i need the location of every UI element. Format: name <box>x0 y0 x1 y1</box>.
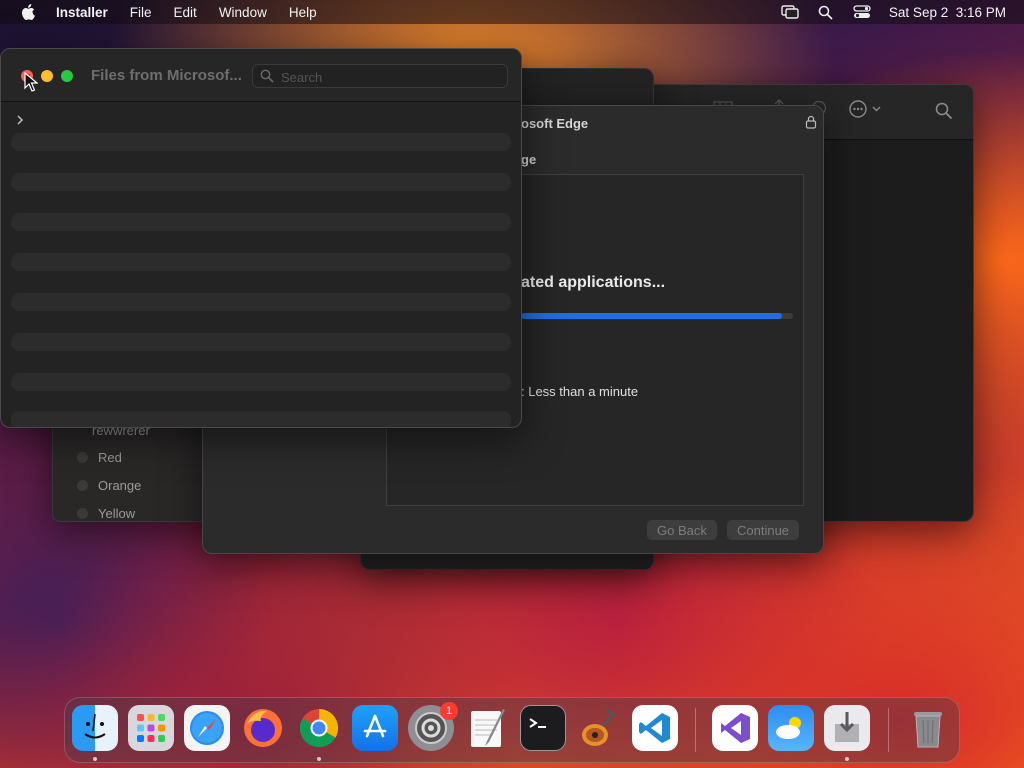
installer-app-icon[interactable] <box>824 705 870 751</box>
running-indicator <box>317 757 321 761</box>
go-back-button[interactable]: Go Back <box>647 520 717 540</box>
menu-file[interactable]: File <box>130 5 152 20</box>
loading-row <box>11 333 511 351</box>
terminal-app-icon[interactable] <box>520 705 566 751</box>
tag-color-dot <box>77 508 88 519</box>
tag-label: Yellow <box>98 506 136 521</box>
continue-button[interactable]: Continue <box>727 520 800 540</box>
menu-help[interactable]: Help <box>289 5 317 20</box>
time-remaining-text: : Less than a minute <box>521 384 639 399</box>
menu-edit[interactable]: Edit <box>174 5 197 20</box>
search-input[interactable] <box>279 65 503 89</box>
minimize-button[interactable] <box>41 70 53 82</box>
search-field[interactable] <box>252 64 508 89</box>
running-indicator <box>845 757 849 761</box>
garageband-app-icon[interactable] <box>576 705 622 751</box>
loading-row <box>11 253 511 271</box>
chrome-app-icon[interactable] <box>296 705 342 751</box>
menu-clock[interactable]: Sat Sep 2 3:16 PM <box>889 5 1006 20</box>
loading-row <box>11 173 511 191</box>
menu-window[interactable]: Window <box>219 5 267 20</box>
loading-row <box>11 133 511 151</box>
install-progress-bar <box>521 313 793 319</box>
tag-label: Orange <box>98 478 142 493</box>
screen-mirroring-icon[interactable] <box>781 3 799 21</box>
tag-label: Red <box>98 450 122 465</box>
menu-bar: Installer File Edit Window Help Sat Sep … <box>0 0 1024 24</box>
tag-color-dot <box>77 480 88 491</box>
loading-row <box>11 293 511 311</box>
dock <box>64 697 960 763</box>
install-status-text: ated applications... <box>521 274 666 291</box>
app-store-app-icon[interactable] <box>352 705 398 751</box>
notification-badge: 1 <box>440 702 458 720</box>
installer-subtitle: ge <box>521 152 537 167</box>
dock-separator <box>888 708 889 752</box>
apple-menu-icon[interactable] <box>18 2 38 22</box>
vscode-app-icon[interactable] <box>632 705 678 751</box>
more-actions-icon[interactable] <box>849 100 885 123</box>
loading-row <box>11 373 511 391</box>
loading-row <box>11 213 511 231</box>
visual-studio-app-icon[interactable] <box>712 705 758 751</box>
tag-item-red[interactable]: Red <box>77 450 122 465</box>
mouse-cursor-icon <box>24 71 39 97</box>
finder-content <box>831 140 973 520</box>
loading-row <box>11 411 511 427</box>
tag-color-dot <box>77 452 88 463</box>
firefox-app-icon[interactable] <box>240 705 286 751</box>
trash-icon[interactable] <box>905 705 951 751</box>
menu-app-name[interactable]: Installer <box>56 5 108 20</box>
window-title: Files from Microsof... <box>91 67 242 84</box>
textedit-app-icon[interactable] <box>464 705 510 751</box>
install-progress-fill <box>521 313 783 319</box>
files-window: Files from Microsof... <box>0 48 522 428</box>
launchpad-app-icon[interactable] <box>128 705 174 751</box>
tag-item-orange[interactable]: Orange <box>77 478 141 493</box>
control-center-icon[interactable] <box>853 3 871 21</box>
files-window-titlebar: Files from Microsof... <box>1 49 521 102</box>
safari-app-icon[interactable] <box>184 705 230 751</box>
lock-icon <box>805 115 817 129</box>
spotlight-search-icon[interactable] <box>817 3 835 21</box>
running-indicator <box>93 757 97 761</box>
disclosure-chevron-icon[interactable] <box>15 113 25 131</box>
weather-app-icon[interactable] <box>768 705 814 751</box>
finder-app-icon[interactable] <box>72 705 118 751</box>
tag-item-yellow[interactable]: Yellow <box>77 506 135 521</box>
finder-search-icon[interactable] <box>935 102 953 125</box>
installer-title: osoft Edge <box>521 116 589 131</box>
dock-separator <box>695 708 696 752</box>
zoom-button[interactable] <box>61 70 73 82</box>
search-icon <box>260 69 274 83</box>
